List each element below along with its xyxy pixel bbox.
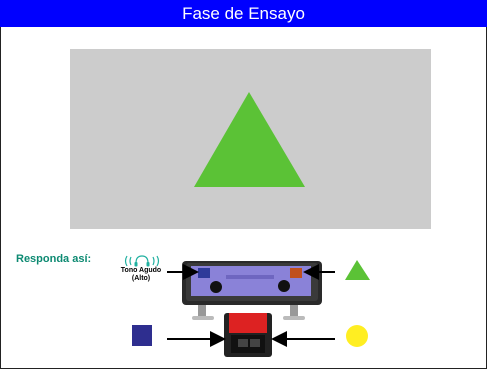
page-title: Fase de Ensayo [182, 4, 305, 23]
target-triangle [345, 260, 370, 280]
target-circle [346, 325, 368, 347]
stimulus-triangle [194, 92, 305, 187]
gamepad-icon [182, 261, 322, 320]
stimulus-canvas [194, 92, 305, 187]
stimulus-panel [70, 49, 431, 229]
foot-pedal-icon [224, 313, 272, 357]
response-diagram [132, 260, 370, 357]
title-bar: Fase de Ensayo [0, 0, 487, 27]
target-square [132, 325, 152, 346]
